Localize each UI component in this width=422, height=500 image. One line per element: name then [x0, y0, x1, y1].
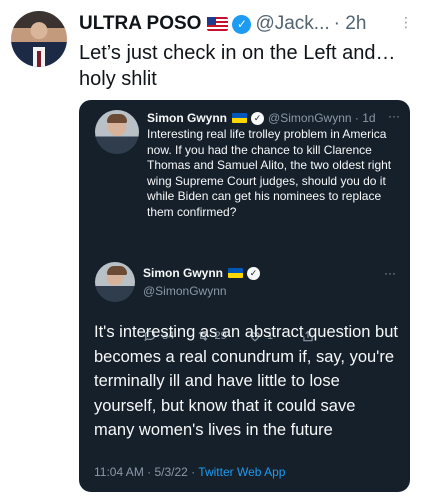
ukraine-flag-icon	[228, 268, 244, 278]
more-options-icon[interactable]: ···	[388, 109, 400, 123]
verified-badge-icon: ✓	[247, 266, 261, 280]
reply-author-handle[interactable]: @SimonGwynn	[143, 284, 227, 298]
us-flag-icon	[207, 17, 229, 31]
tweet-time[interactable]: · 2h	[334, 13, 367, 35]
author-name[interactable]: ULTRA POSO	[79, 13, 201, 35]
tweet-text: Let’s just check in on the Left and…holy…	[79, 42, 396, 90]
reply-timestamp: 11:04 AM · 5/3/22 ·	[94, 465, 199, 479]
quoted-author-name[interactable]: Simon Gwynn	[147, 111, 227, 125]
quoted-tweet-card[interactable]: Simon Gwynn ✓ @SimonGwynn · 1d ··· Inter…	[79, 100, 410, 492]
verified-badge-icon: ✓	[251, 111, 265, 125]
reply-author-name[interactable]: Simon Gwynn	[143, 266, 223, 280]
reply-author-avatar[interactable]	[95, 262, 135, 302]
reply-tweet-meta: 11:04 AM · 5/3/22 · Twitter Web App	[94, 465, 285, 479]
verified-badge-icon: ✓	[232, 14, 252, 34]
quoted-author-avatar[interactable]	[95, 110, 139, 154]
more-options-icon[interactable]: ···	[384, 266, 396, 280]
reply-tweet-text: It's interesting as an abstract question…	[94, 323, 398, 439]
tweet-header: ULTRA POSO ✓ @Jack... · 2h ⋮	[79, 12, 414, 36]
profile-avatar[interactable]	[11, 11, 67, 67]
reply-author-name-row: Simon Gwynn ✓	[143, 266, 261, 280]
source-app-link[interactable]: Twitter Web App	[198, 465, 285, 479]
quoted-tweet-text: Interesting real life trolley problem in…	[147, 127, 392, 219]
ukraine-flag-icon	[232, 113, 248, 123]
quoted-author-handle[interactable]: @SimonGwynn · 1d	[268, 111, 376, 125]
avatar-hair	[107, 114, 127, 123]
more-options-icon[interactable]: ⋮	[399, 14, 414, 31]
avatar-hair	[107, 266, 127, 275]
avatar-tie	[37, 51, 41, 67]
author-handle[interactable]: @Jack...	[255, 13, 329, 35]
quoted-tweet-header: Simon Gwynn ✓ @SimonGwynn · 1d ···	[147, 109, 400, 125]
